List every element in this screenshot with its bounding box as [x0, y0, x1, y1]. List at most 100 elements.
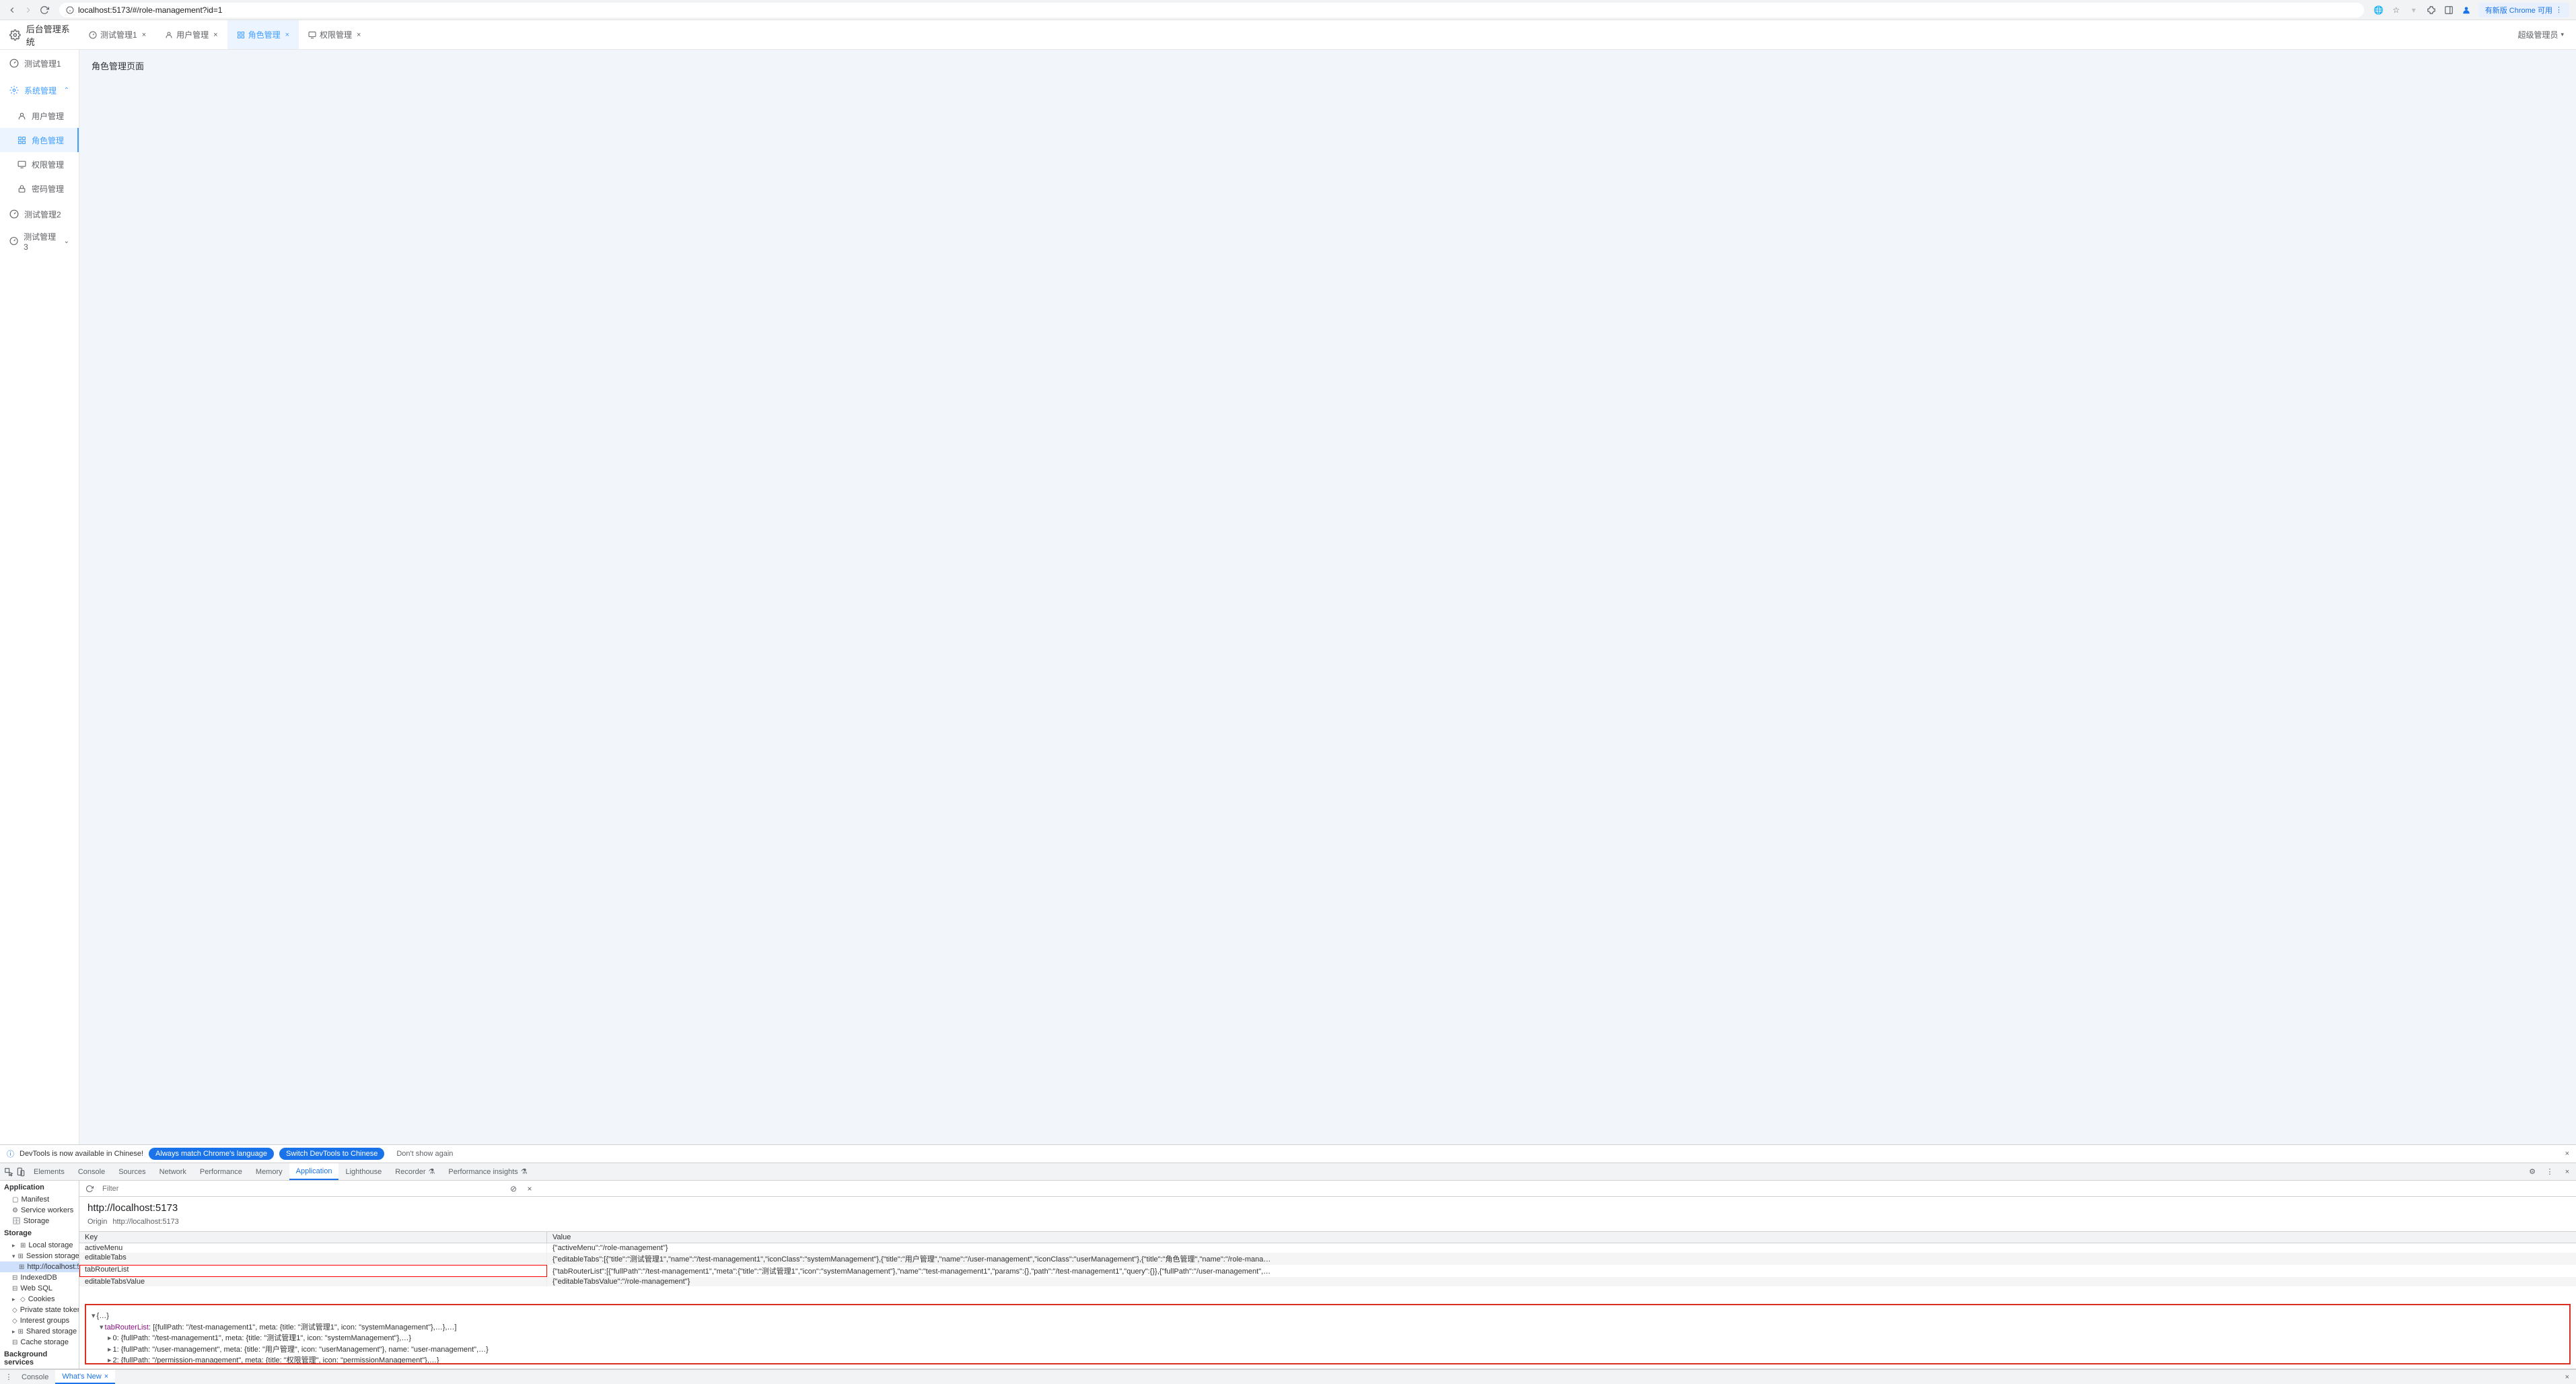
caret-right-icon: ▸ — [12, 1296, 17, 1303]
bookmark-icon[interactable]: ☆ — [2391, 5, 2402, 15]
odometer-icon — [9, 209, 19, 219]
gear-icon — [9, 85, 19, 95]
user-dropdown[interactable]: 超级管理员 ▾ — [2505, 29, 2576, 40]
close-icon[interactable]: × — [2561, 1373, 2573, 1381]
close-icon[interactable]: × — [142, 31, 146, 39]
item-interest-groups[interactable]: ◇Interest groups — [0, 1315, 79, 1326]
close-icon[interactable]: × — [285, 31, 289, 39]
item-shared-storage[interactable]: ▸⊞Shared storage — [0, 1326, 79, 1337]
url-text: localhost:5173/#/role-management?id=1 — [78, 5, 222, 15]
clear-all-icon[interactable]: ⊘ — [507, 1183, 520, 1195]
caret-right-icon[interactable]: ▸ — [108, 1346, 112, 1354]
close-icon[interactable]: × — [357, 31, 361, 39]
item-service-workers[interactable]: ⚙Service workers — [0, 1205, 79, 1216]
item-storage[interactable]: 🗄Storage — [0, 1216, 79, 1226]
table-row[interactable]: editableTabs{"editableTabs":[{"title":"测… — [79, 1253, 2576, 1265]
item-session-storage[interactable]: ▾⊞Session storage — [0, 1251, 79, 1261]
close-icon[interactable]: × — [2561, 1166, 2573, 1178]
tab-console[interactable]: Console — [71, 1163, 112, 1180]
profile-icon[interactable] — [2461, 5, 2472, 15]
caret-down-icon[interactable]: ▾ — [100, 1323, 104, 1331]
drawer-console[interactable]: Console — [15, 1370, 55, 1384]
caret-right-icon[interactable]: ▸ — [108, 1356, 112, 1364]
device-toggle-icon[interactable] — [15, 1166, 27, 1178]
delete-icon[interactable]: × — [524, 1183, 536, 1195]
filter-input[interactable] — [100, 1183, 503, 1194]
info-icon — [66, 6, 74, 14]
col-key[interactable]: Key — [79, 1232, 547, 1243]
sidebar-item-test1[interactable]: 测试管理1 — [0, 50, 79, 77]
table-row[interactable]: editableTabsValue{"editableTabsValue":"/… — [79, 1277, 2576, 1286]
sidebar-item-test2[interactable]: 测试管理2 — [0, 201, 79, 228]
sidebar-item-role[interactable]: 角色管理 — [0, 128, 79, 152]
sidebar-item-permission[interactable]: 权限管理 — [0, 152, 79, 176]
json-preview-panel: ▾{…} ▾tabRouterList: [{fullPath: "/test-… — [85, 1304, 2571, 1364]
tab-sources[interactable]: Sources — [112, 1163, 152, 1180]
grid-icon — [17, 136, 26, 145]
devtools-body: Application ▢Manifest ⚙Service workers 🗄… — [0, 1181, 2576, 1369]
switch-chinese-button[interactable]: Switch DevTools to Chinese — [279, 1148, 384, 1160]
tab-memory[interactable]: Memory — [249, 1163, 289, 1180]
page-title: 角色管理页面 — [92, 59, 2564, 72]
item-session-origin[interactable]: ⊞http://localhost:5173 — [0, 1261, 79, 1272]
close-icon[interactable]: × — [213, 31, 217, 39]
item-private-tokens[interactable]: ◇Private state tokens — [0, 1305, 79, 1315]
item-websql[interactable]: ⊟Web SQL — [0, 1283, 79, 1294]
address-bar[interactable]: localhost:5173/#/role-management?id=1 — [59, 3, 2364, 18]
always-match-button[interactable]: Always match Chrome's language — [149, 1148, 274, 1160]
item-local-storage[interactable]: ▸⊞Local storage — [0, 1240, 79, 1251]
reload-button[interactable] — [39, 5, 50, 15]
side-panel-icon[interactable] — [2443, 5, 2454, 15]
tab-network[interactable]: Network — [153, 1163, 193, 1180]
reload-icon[interactable] — [83, 1183, 96, 1195]
tab-role[interactable]: 角色管理× — [227, 20, 299, 49]
table-row[interactable]: tabRouterList{"tabRouterList":[{"fullPat… — [79, 1265, 2576, 1277]
application-sidebar: Application ▢Manifest ⚙Service workers 🗄… — [0, 1181, 79, 1369]
database-icon: ⊟ — [12, 1274, 17, 1282]
odometer-icon — [9, 59, 19, 68]
menu-dots-icon[interactable]: ⋮ — [2544, 1166, 2556, 1178]
extensions-icon[interactable] — [2426, 5, 2437, 15]
col-value[interactable]: Value — [547, 1232, 2576, 1243]
origin-title: http://localhost:5173 — [79, 1197, 2576, 1216]
item-cookies[interactable]: ▸◇Cookies — [0, 1294, 79, 1305]
grid-icon: ⊞ — [19, 1264, 24, 1271]
translate-icon[interactable]: 🌐 — [2373, 5, 2384, 15]
menu-dots-icon[interactable]: ⋮ — [3, 1371, 15, 1383]
gear-icon — [9, 28, 21, 42]
close-icon[interactable]: × — [104, 1373, 108, 1381]
tab-performance[interactable]: Performance — [193, 1163, 249, 1180]
tab-application[interactable]: Application — [289, 1163, 339, 1180]
chrome-update-button[interactable]: 有新版 Chrome 可用 ⋮ — [2478, 3, 2569, 18]
tab-lighthouse[interactable]: Lighthouse — [338, 1163, 388, 1180]
sidebar-item-system[interactable]: 系统管理⌃ — [0, 77, 79, 104]
tab-test1[interactable]: 测试管理1× — [79, 20, 155, 49]
tab-perf-insights[interactable]: Performance insights ⚗ — [441, 1163, 534, 1180]
back-button[interactable] — [7, 5, 17, 15]
settings-icon[interactable]: ⚙ — [2526, 1166, 2538, 1178]
sidebar-item-user[interactable]: 用户管理 — [0, 104, 79, 128]
cache-icon: ⊟ — [12, 1339, 17, 1346]
inspect-icon[interactable] — [3, 1166, 15, 1178]
tab-user[interactable]: 用户管理× — [155, 20, 227, 49]
close-icon[interactable]: × — [2565, 1150, 2569, 1158]
sidebar-item-test3[interactable]: 测试管理3⌄ — [0, 228, 79, 254]
forward-button[interactable] — [23, 5, 34, 15]
item-manifest[interactable]: ▢Manifest — [0, 1194, 79, 1205]
item-indexeddb[interactable]: ⊟IndexedDB — [0, 1272, 79, 1283]
tab-permission[interactable]: 权限管理× — [299, 20, 370, 49]
app-logo[interactable]: 后台管理系统 — [0, 22, 79, 48]
caret-right-icon[interactable]: ▸ — [108, 1334, 112, 1342]
vue-devtools-icon[interactable]: ▾ — [2408, 5, 2419, 15]
table-row[interactable]: activeMenu{"activeMenu":"/role-managemen… — [79, 1243, 2576, 1253]
drawer-whats-new[interactable]: What's New × — [55, 1370, 115, 1384]
odometer-icon — [9, 236, 18, 246]
sidebar-item-password[interactable]: 密码管理 — [0, 176, 79, 201]
tab-recorder[interactable]: Recorder ⚗ — [388, 1163, 441, 1180]
item-cache-storage[interactable]: ⊟Cache storage — [0, 1337, 79, 1348]
storage-table-body: activeMenu{"activeMenu":"/role-managemen… — [79, 1243, 2576, 1286]
tab-elements[interactable]: Elements — [27, 1163, 71, 1180]
dont-show-button[interactable]: Don't show again — [390, 1148, 460, 1160]
caret-down-icon[interactable]: ▾ — [92, 1312, 96, 1320]
flask-icon: ⚗ — [521, 1167, 528, 1176]
